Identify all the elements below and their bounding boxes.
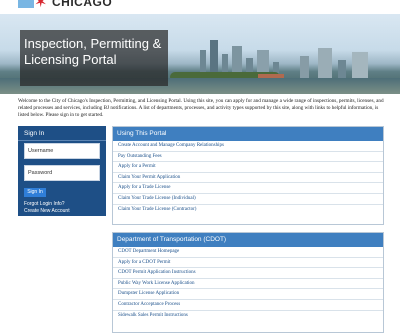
panel-title: Using This Portal [113,127,383,141]
skyline-building [300,56,309,80]
chicago-star-icon: ✶ [34,0,48,11]
panel-title: Department of Transportation (CDOT) [113,233,383,247]
forgot-login-link[interactable]: Forgot Login Info? [24,201,70,208]
panel-link[interactable]: Claim Your Trade License (Individual) [113,194,383,205]
using-portal-panel: Using This Portal Create Account and Man… [112,126,384,225]
page-title: Inspection, Permitting & Licensing Porta… [24,36,162,67]
panel-link[interactable]: Apply for a Trade License [113,183,383,194]
create-account-link[interactable]: Create New Account [24,208,70,215]
panel-link[interactable]: CDOT Department Homepage [113,247,383,258]
cdot-panel: Department of Transportation (CDOT) CDOT… [112,232,384,333]
hero-banner: Inspection, Permitting & Licensing Porta… [0,14,400,94]
signin-links: Forgot Login Info? Create New Account [24,201,70,214]
panel-link[interactable]: Apply for a Permit [113,162,383,173]
panel-link[interactable]: Pay Outstanding Fees [113,152,383,163]
skyline-building [318,48,332,80]
signin-button[interactable]: Sign In [24,188,46,197]
skyline-building [338,60,346,80]
skyline-building [352,52,368,80]
divider [18,140,106,141]
panel-link[interactable]: Apply for a CDOT Permit [113,258,383,269]
panel-link[interactable]: Claim Your Trade License (Contractor) [113,205,383,216]
logo-flag-block [18,0,34,8]
signin-title: Sign In [24,130,45,137]
panel-link[interactable]: Public Way Work License Application [113,279,383,290]
site-header: ✶ CHICAGO [0,0,400,14]
panel-link[interactable]: Claim Your Permit Application [113,173,383,184]
panel-link[interactable]: Create Account and Manage Company Relati… [113,141,383,152]
password-input[interactable]: Password [24,165,100,181]
panel-link[interactable]: Sidewalk Sales Permit Instructions [113,311,383,322]
signin-panel: Sign In Username Password Sign In Forgot… [18,126,106,216]
intro-text: Welcome to the City of Chicago's Inspect… [18,98,384,118]
panel-link[interactable]: CDOT Permit Application Instructions [113,268,383,279]
site-logo-text[interactable]: CHICAGO [52,0,112,9]
panel-link[interactable]: Dumpster License Application [113,289,383,300]
panel-link[interactable]: Contractor Acceptance Process [113,300,383,311]
username-input[interactable]: Username [24,143,100,159]
